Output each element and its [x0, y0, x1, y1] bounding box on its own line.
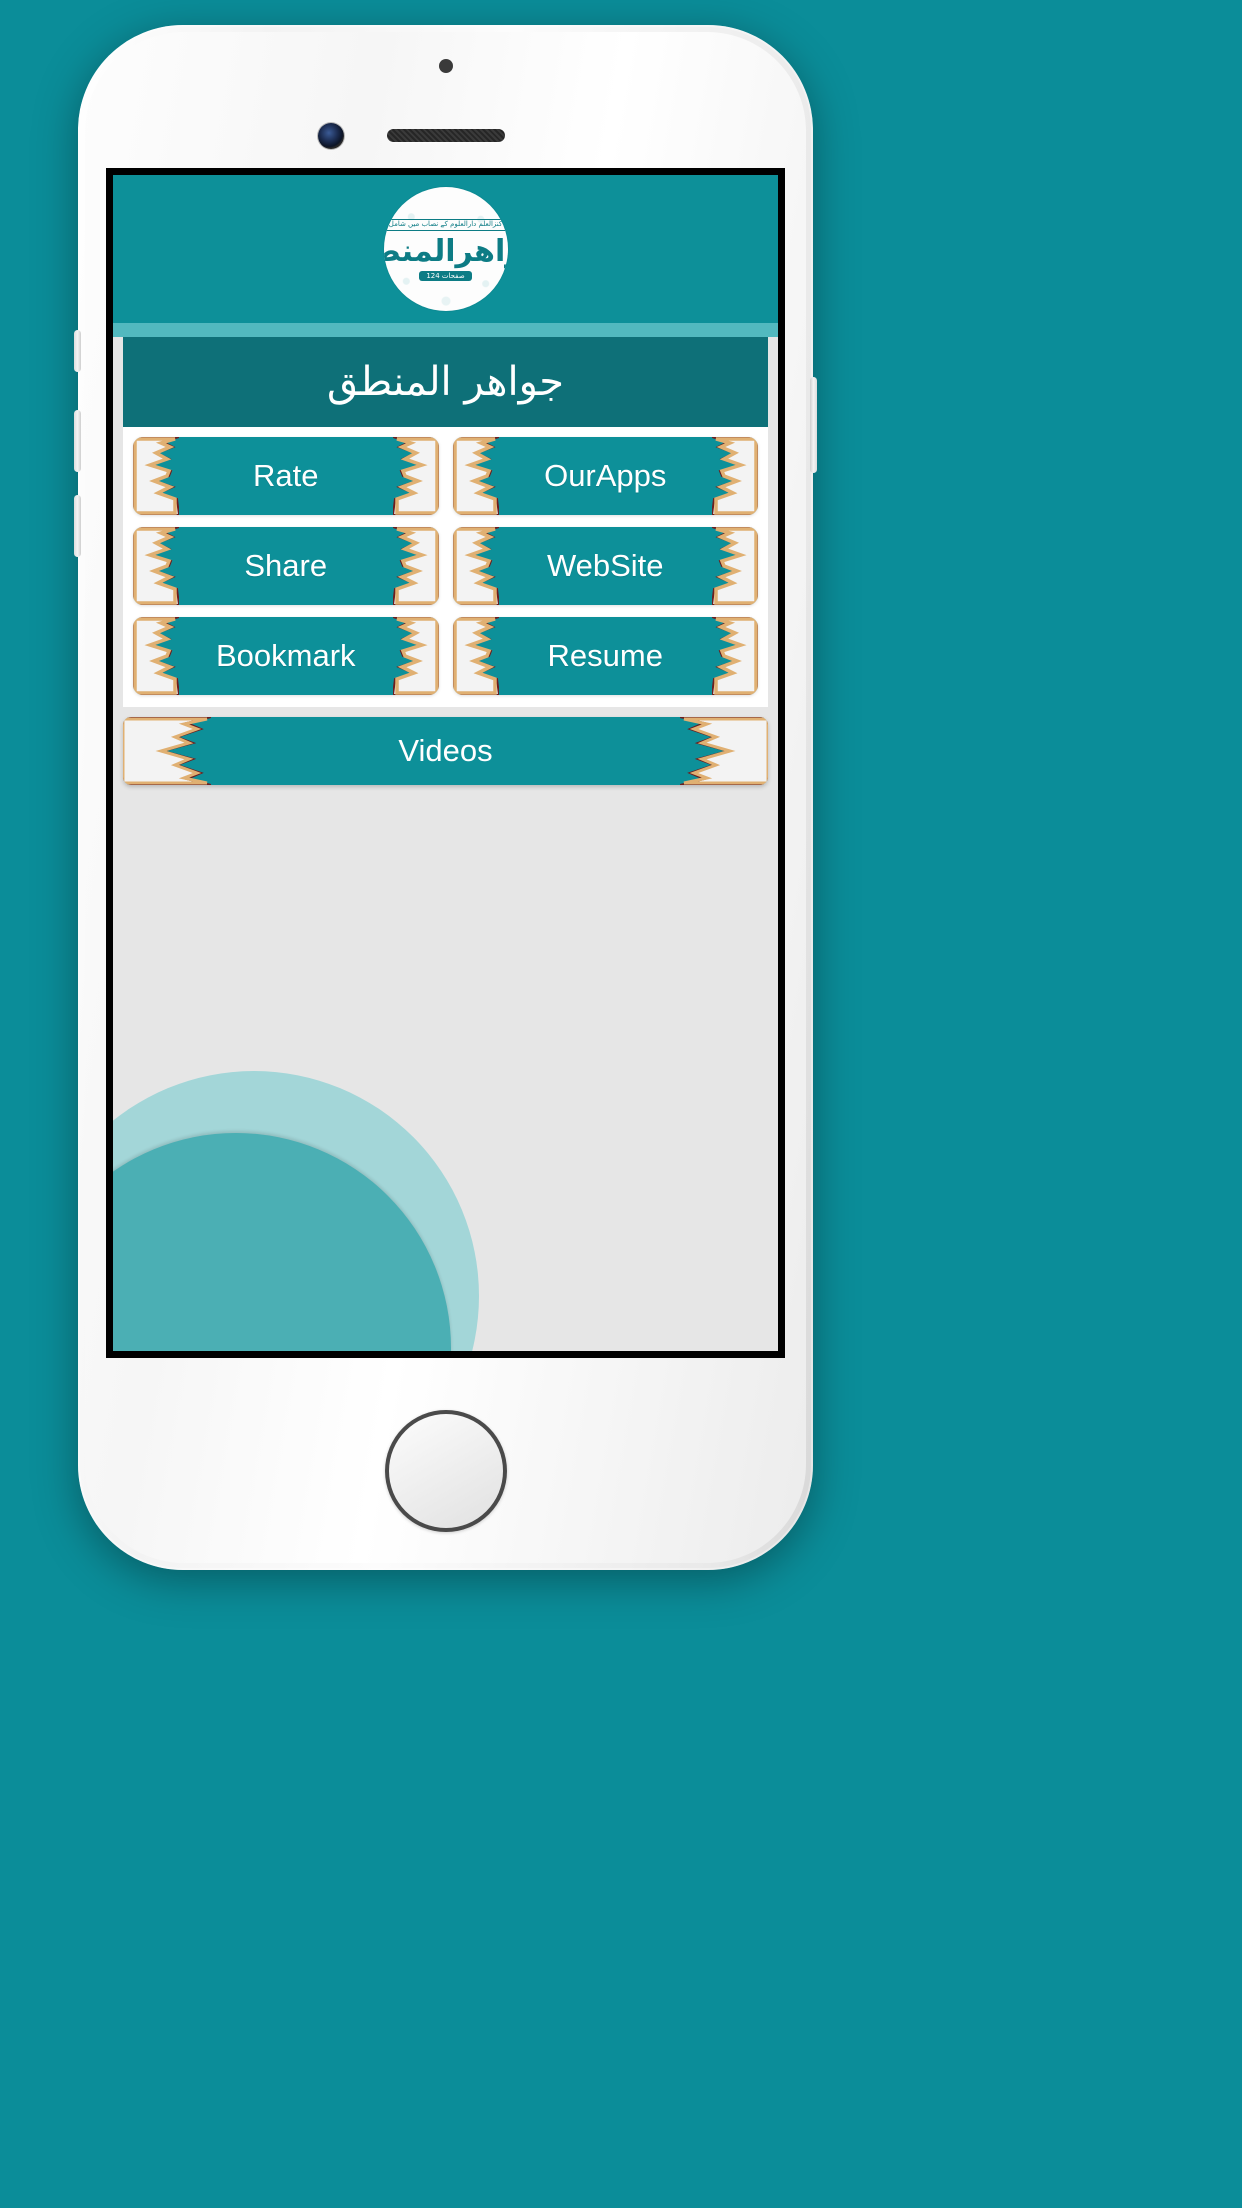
menu-cell: Bookmark: [133, 617, 439, 695]
proximity-sensor-icon: [438, 59, 453, 73]
ornament-right-icon: [392, 617, 439, 695]
phone-mockup: كنزالعلم دارالعلوم كے نصاب میں شامل جواه…: [74, 25, 817, 1570]
button-label: WebSite: [546, 548, 664, 583]
videos-button[interactable]: Videos: [123, 717, 768, 785]
videos-row: Videos: [123, 717, 768, 785]
button-label: OurApps: [544, 458, 667, 493]
menu-row: Bookmark Resume: [123, 611, 768, 701]
ornament-left-icon: [452, 527, 499, 605]
logo-top-banner: كنزالعلم دارالعلوم كے نصاب میں شامل: [383, 219, 508, 232]
ornament-left-icon: [452, 617, 499, 695]
share-button[interactable]: Share: [133, 527, 439, 605]
app-screen: كنزالعلم دارالعلوم كے نصاب میں شامل جواه…: [106, 168, 785, 1358]
website-button[interactable]: WebSite: [452, 527, 758, 605]
volume-down-button[interactable]: [74, 495, 81, 557]
ornament-left-icon: [133, 437, 179, 515]
ornament-left-icon: [123, 717, 211, 785]
rate-button[interactable]: Rate: [133, 437, 439, 515]
volume-up-button[interactable]: [74, 410, 81, 472]
button-label: Resume: [547, 638, 663, 673]
resume-button[interactable]: Resume: [452, 617, 758, 695]
header-accent-strip: [113, 323, 778, 337]
speaker-grille-icon: [386, 129, 505, 142]
ornament-left-icon: [133, 527, 179, 605]
app-header: كنزالعلم دارالعلوم كے نصاب میں شامل جواه…: [113, 175, 778, 323]
button-label: Rate: [253, 458, 319, 493]
ornament-right-icon: [680, 717, 768, 785]
menu-cell: Resume: [452, 617, 758, 695]
home-button-icon[interactable]: [384, 1410, 507, 1532]
menu-cell: WebSite: [452, 527, 758, 605]
button-label: Share: [244, 548, 328, 583]
ornament-right-icon: [392, 527, 439, 605]
logo-main-text: جواهرالمنطق: [384, 234, 508, 270]
power-button[interactable]: [810, 377, 817, 473]
decorative-area: [113, 931, 778, 1351]
app-logo: كنزالعلم دارالعلوم كے نصاب میں شامل جواه…: [383, 187, 508, 311]
menu-cell: Rate: [133, 437, 439, 515]
menu-row: Rate OurApps: [123, 431, 768, 521]
bookmark-button[interactable]: Bookmark: [133, 617, 439, 695]
menu-grid: Rate OurApps Share WebSite Bookmark Resu…: [123, 427, 768, 707]
ornament-left-icon: [133, 617, 179, 695]
button-label: Bookmark: [215, 638, 356, 673]
menu-row: Share WebSite: [123, 521, 768, 611]
silent-switch-button[interactable]: [74, 330, 81, 372]
page-title: جواهر المنطق: [326, 359, 565, 405]
ornament-right-icon: [712, 437, 758, 515]
front-camera-icon: [318, 123, 344, 149]
ornament-right-icon: [392, 437, 439, 515]
menu-cell: Share: [133, 527, 439, 605]
ornament-right-icon: [712, 527, 758, 605]
ornament-left-icon: [452, 437, 499, 515]
ourapps-button[interactable]: OurApps: [452, 437, 758, 515]
logo-page-count-badge: صفحات 124: [419, 270, 472, 281]
videos-button-label: Videos: [398, 733, 493, 768]
ornament-right-icon: [712, 617, 758, 695]
app-title-bar: جواهر المنطق: [123, 337, 768, 427]
menu-cell: OurApps: [452, 437, 758, 515]
